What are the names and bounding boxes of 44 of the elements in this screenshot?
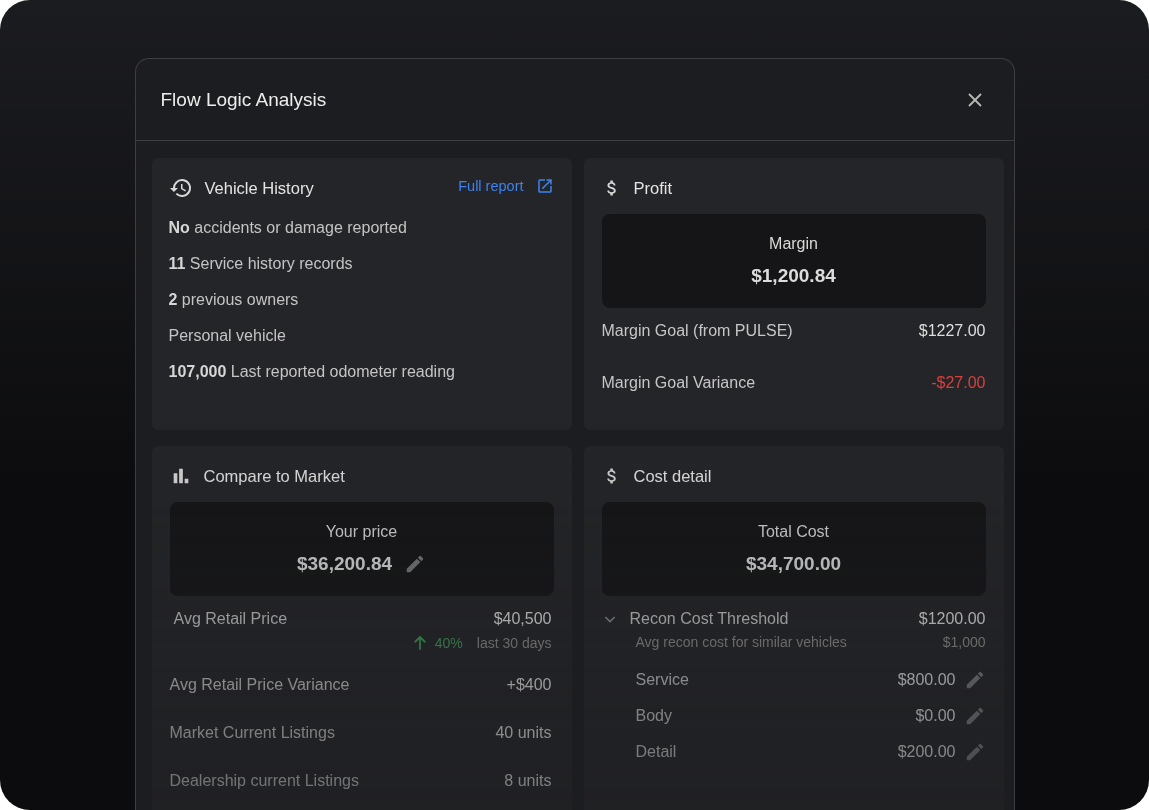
- metric-label: Dealership current Listings: [169, 772, 359, 790]
- metric-label: Avg Retail Price: [173, 610, 288, 628]
- dialog-title: Flow Logic Analysis: [160, 88, 327, 111]
- cost-label: Body: [635, 707, 672, 725]
- summary-value: $34,700.00: [745, 553, 842, 575]
- history-line: No accidents or damage reported: [168, 218, 408, 238]
- history-line: 2 previous owners: [168, 290, 300, 310]
- metric-label: Recon Cost Threshold: [629, 610, 789, 628]
- external-link-icon: [535, 177, 554, 195]
- metric-label: Margin Goal Variance: [601, 374, 756, 392]
- metric-value: 8 units: [504, 772, 552, 790]
- full-report-link[interactable]: Full report: [458, 177, 554, 195]
- history-line: 107,000 Last reported odometer reading: [168, 362, 456, 382]
- cost-label: Service: [635, 671, 689, 689]
- cost-value: $200.00: [897, 743, 956, 761]
- metric-value: -$27.00: [931, 374, 986, 392]
- trend-period: last 30 days: [476, 635, 552, 651]
- cost-value: $800.00: [897, 671, 956, 689]
- note-value: $1,000: [942, 634, 986, 650]
- metric-value: $1200.00: [918, 610, 986, 628]
- summary-label: Margin: [769, 235, 818, 253]
- note-label: Avg recon cost for similar vehicles: [635, 634, 847, 650]
- cost-value: $0.00: [915, 707, 956, 725]
- history-line: Personal vehicle: [168, 326, 287, 346]
- summary-value: $36,200.84: [296, 553, 393, 575]
- close-icon: [965, 90, 984, 109]
- metric-value: $1227.00: [918, 322, 986, 340]
- history-icon: [168, 176, 193, 200]
- metric-label: Market Current Listings: [169, 724, 335, 742]
- metric-value: $40,500: [493, 610, 552, 628]
- summary-value: $1,200.84: [751, 265, 836, 287]
- card-title: Cost detail: [633, 466, 712, 486]
- history-line: 11 Service history records: [168, 254, 354, 274]
- card-title: Vehicle History: [204, 178, 314, 198]
- card-title: Compare to Market: [203, 466, 345, 486]
- metric-value: +$400: [506, 676, 552, 694]
- summary-label: Your price: [325, 523, 398, 541]
- metric-value: 40 units: [495, 724, 552, 742]
- trend-change: 40%: [434, 635, 463, 651]
- summary-label: Total Cost: [757, 523, 830, 541]
- metric-label: Avg Retail Price Variance: [169, 676, 350, 694]
- cost-label: Detail: [635, 743, 677, 761]
- card-title: Profit: [633, 178, 672, 198]
- metric-label: Margin Goal (from PULSE): [601, 322, 793, 340]
